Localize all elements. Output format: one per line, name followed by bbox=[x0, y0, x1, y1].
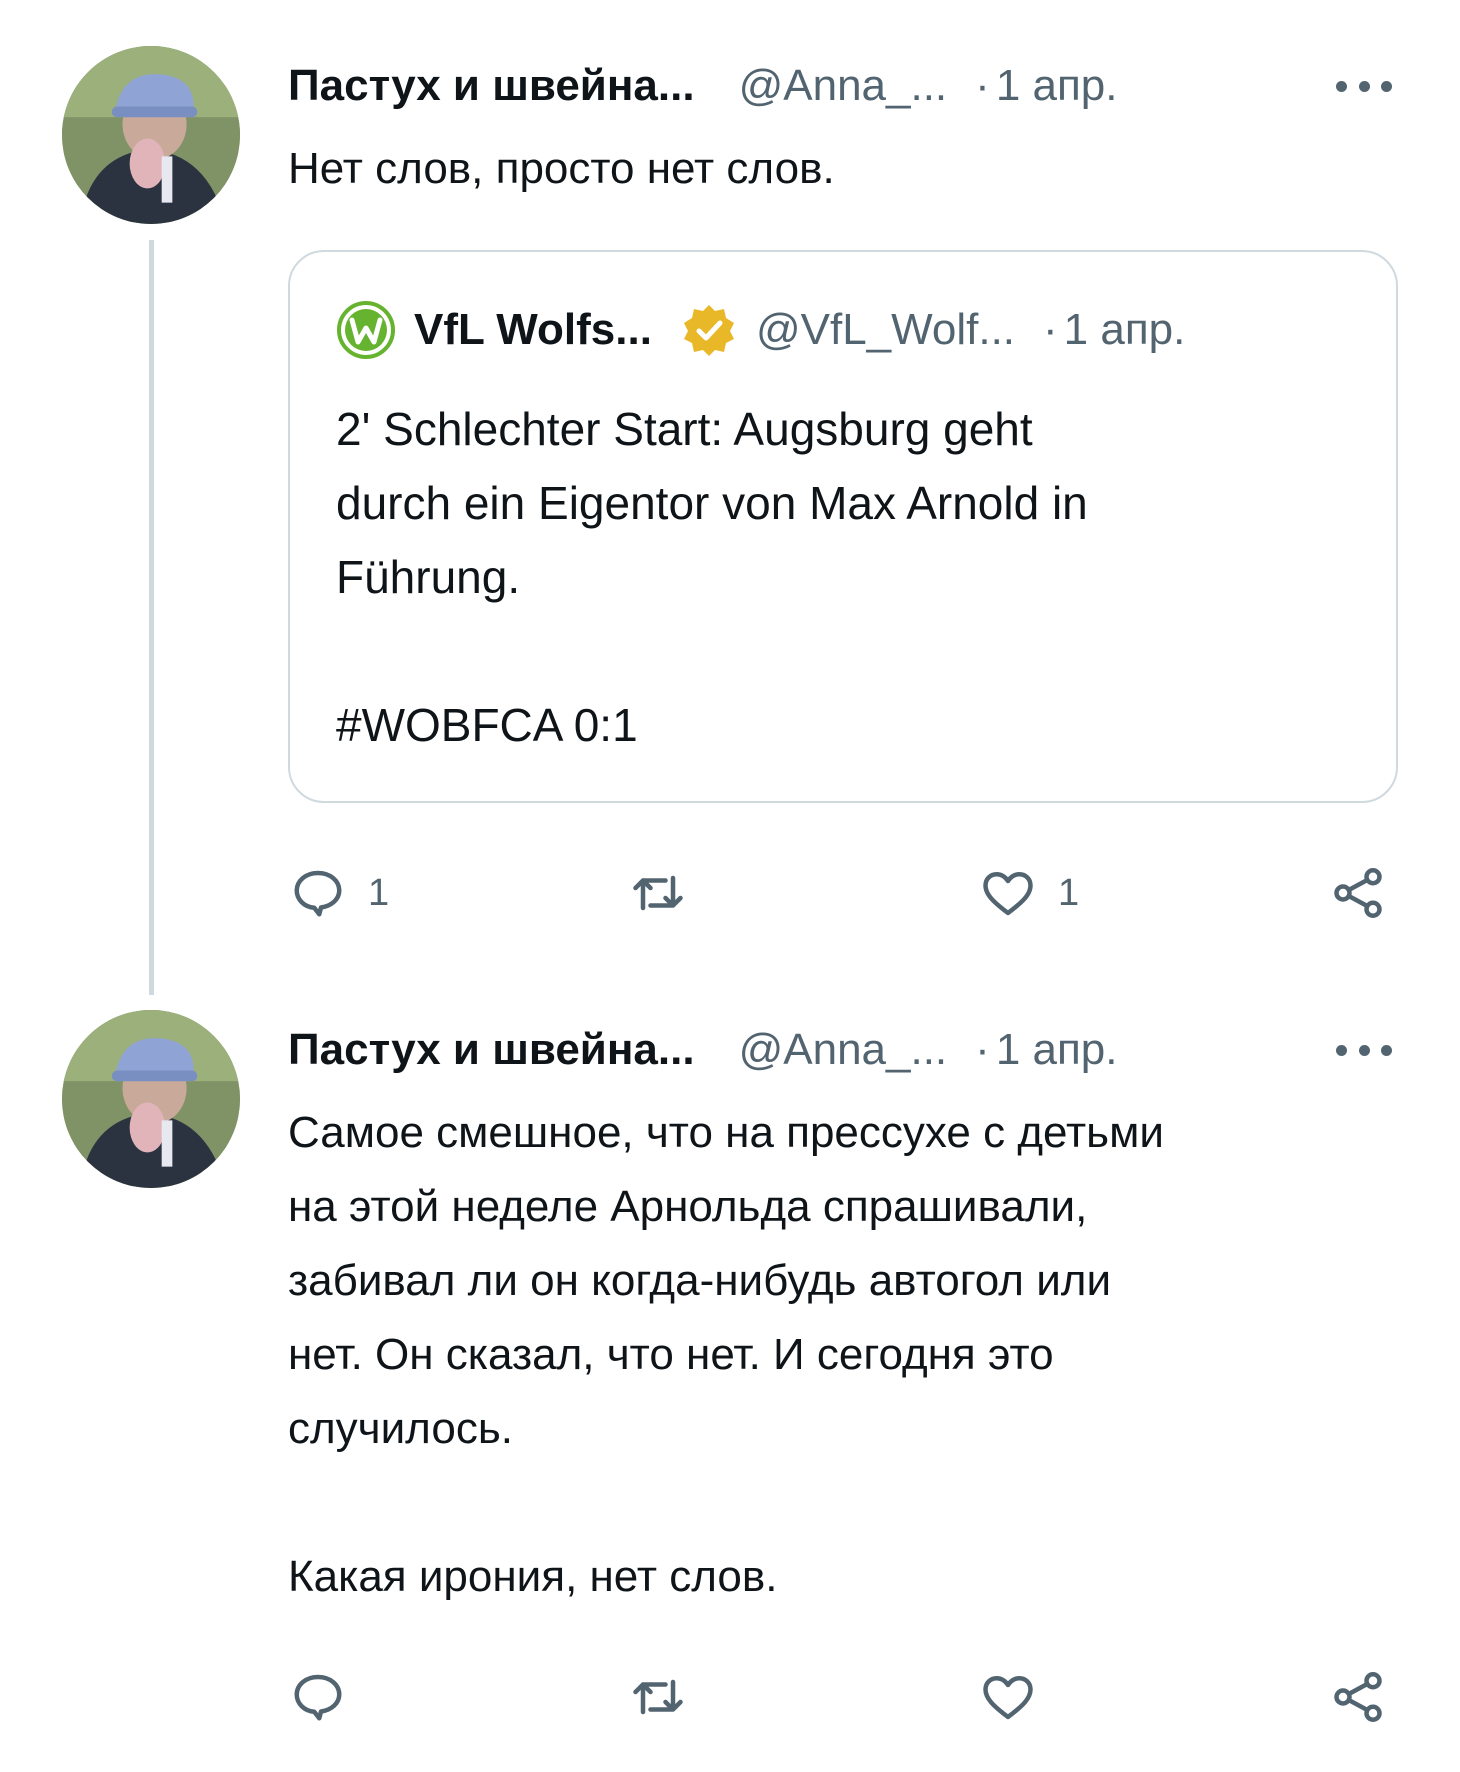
tweet-actions bbox=[288, 1662, 1398, 1732]
author-handle[interactable]: @Anna_... bbox=[739, 61, 948, 111]
header-separator: · bbox=[975, 61, 990, 110]
avatar[interactable] bbox=[62, 46, 240, 224]
share-button[interactable] bbox=[1328, 858, 1388, 928]
tweet-date[interactable]: 1 апр. bbox=[996, 61, 1118, 111]
tweet-header: Пастух и швейна... @Anna_... · 1 апр. bbox=[288, 1020, 1118, 1080]
reply-icon bbox=[294, 870, 342, 917]
reply-button[interactable]: 1 bbox=[288, 858, 389, 928]
like-count: 1 bbox=[1058, 871, 1080, 914]
heart-icon bbox=[983, 872, 1033, 916]
author-handle[interactable]: @Anna_... bbox=[739, 1025, 948, 1075]
reply-icon bbox=[294, 1674, 342, 1721]
more-options-icon[interactable] bbox=[1336, 71, 1392, 101]
like-button[interactable]: 1 bbox=[978, 858, 1079, 928]
quoted-author-handle[interactable]: @VfL_Wolf... bbox=[756, 305, 1015, 355]
share-icon bbox=[1334, 868, 1382, 918]
header-separator: · bbox=[975, 1025, 990, 1074]
retweet-button[interactable] bbox=[628, 858, 708, 928]
author-name[interactable]: Пастух и швейна... bbox=[288, 61, 695, 111]
heart-icon bbox=[983, 1676, 1033, 1720]
quoted-header-separator: · bbox=[1043, 305, 1058, 354]
more-options-icon[interactable] bbox=[1336, 1035, 1392, 1065]
vfl-wolfsburg-logo-icon[interactable] bbox=[336, 300, 396, 360]
retweet-icon bbox=[633, 875, 683, 911]
reply-count: 1 bbox=[368, 871, 390, 914]
author-name[interactable]: Пастух и швейна... bbox=[288, 1025, 695, 1075]
quoted-author-name[interactable]: VfL Wolfs... bbox=[414, 305, 652, 355]
retweet-button[interactable] bbox=[628, 1662, 708, 1732]
share-icon bbox=[1334, 1672, 1382, 1722]
avatar[interactable] bbox=[62, 1010, 240, 1188]
thread-connector-line bbox=[149, 240, 154, 995]
retweet-icon bbox=[633, 1679, 683, 1715]
like-button[interactable] bbox=[978, 1662, 1058, 1732]
tweet-text: Самое смешное, что на прессухе с детьми … bbox=[288, 1108, 1164, 1601]
quoted-tweet-date[interactable]: 1 апр. bbox=[1064, 305, 1186, 355]
tweet-actions: 1 1 bbox=[288, 858, 1398, 928]
quoted-tweet[interactable]: VfL Wolfs... @VfL_Wolf... · 1 апр. 2' Sc… bbox=[288, 250, 1398, 803]
tweet-date[interactable]: 1 апр. bbox=[996, 1025, 1118, 1075]
verified-gold-badge-icon[interactable] bbox=[682, 303, 736, 357]
user-avatar-photo-icon bbox=[62, 1010, 240, 1188]
tweet-text: Нет слов, просто нет слов. bbox=[288, 144, 835, 193]
reply-button[interactable] bbox=[288, 1662, 368, 1732]
tweet-header: Пастух и швейна... @Anna_... · 1 апр. bbox=[288, 56, 1118, 116]
share-button[interactable] bbox=[1328, 1662, 1388, 1732]
quoted-tweet-header: VfL Wolfs... @VfL_Wolf... · 1 апр. bbox=[336, 300, 1185, 360]
quoted-tweet-text: 2' Schlechter Start: Augsburg geht durch… bbox=[336, 403, 1088, 751]
user-avatar-photo-icon bbox=[62, 46, 240, 224]
